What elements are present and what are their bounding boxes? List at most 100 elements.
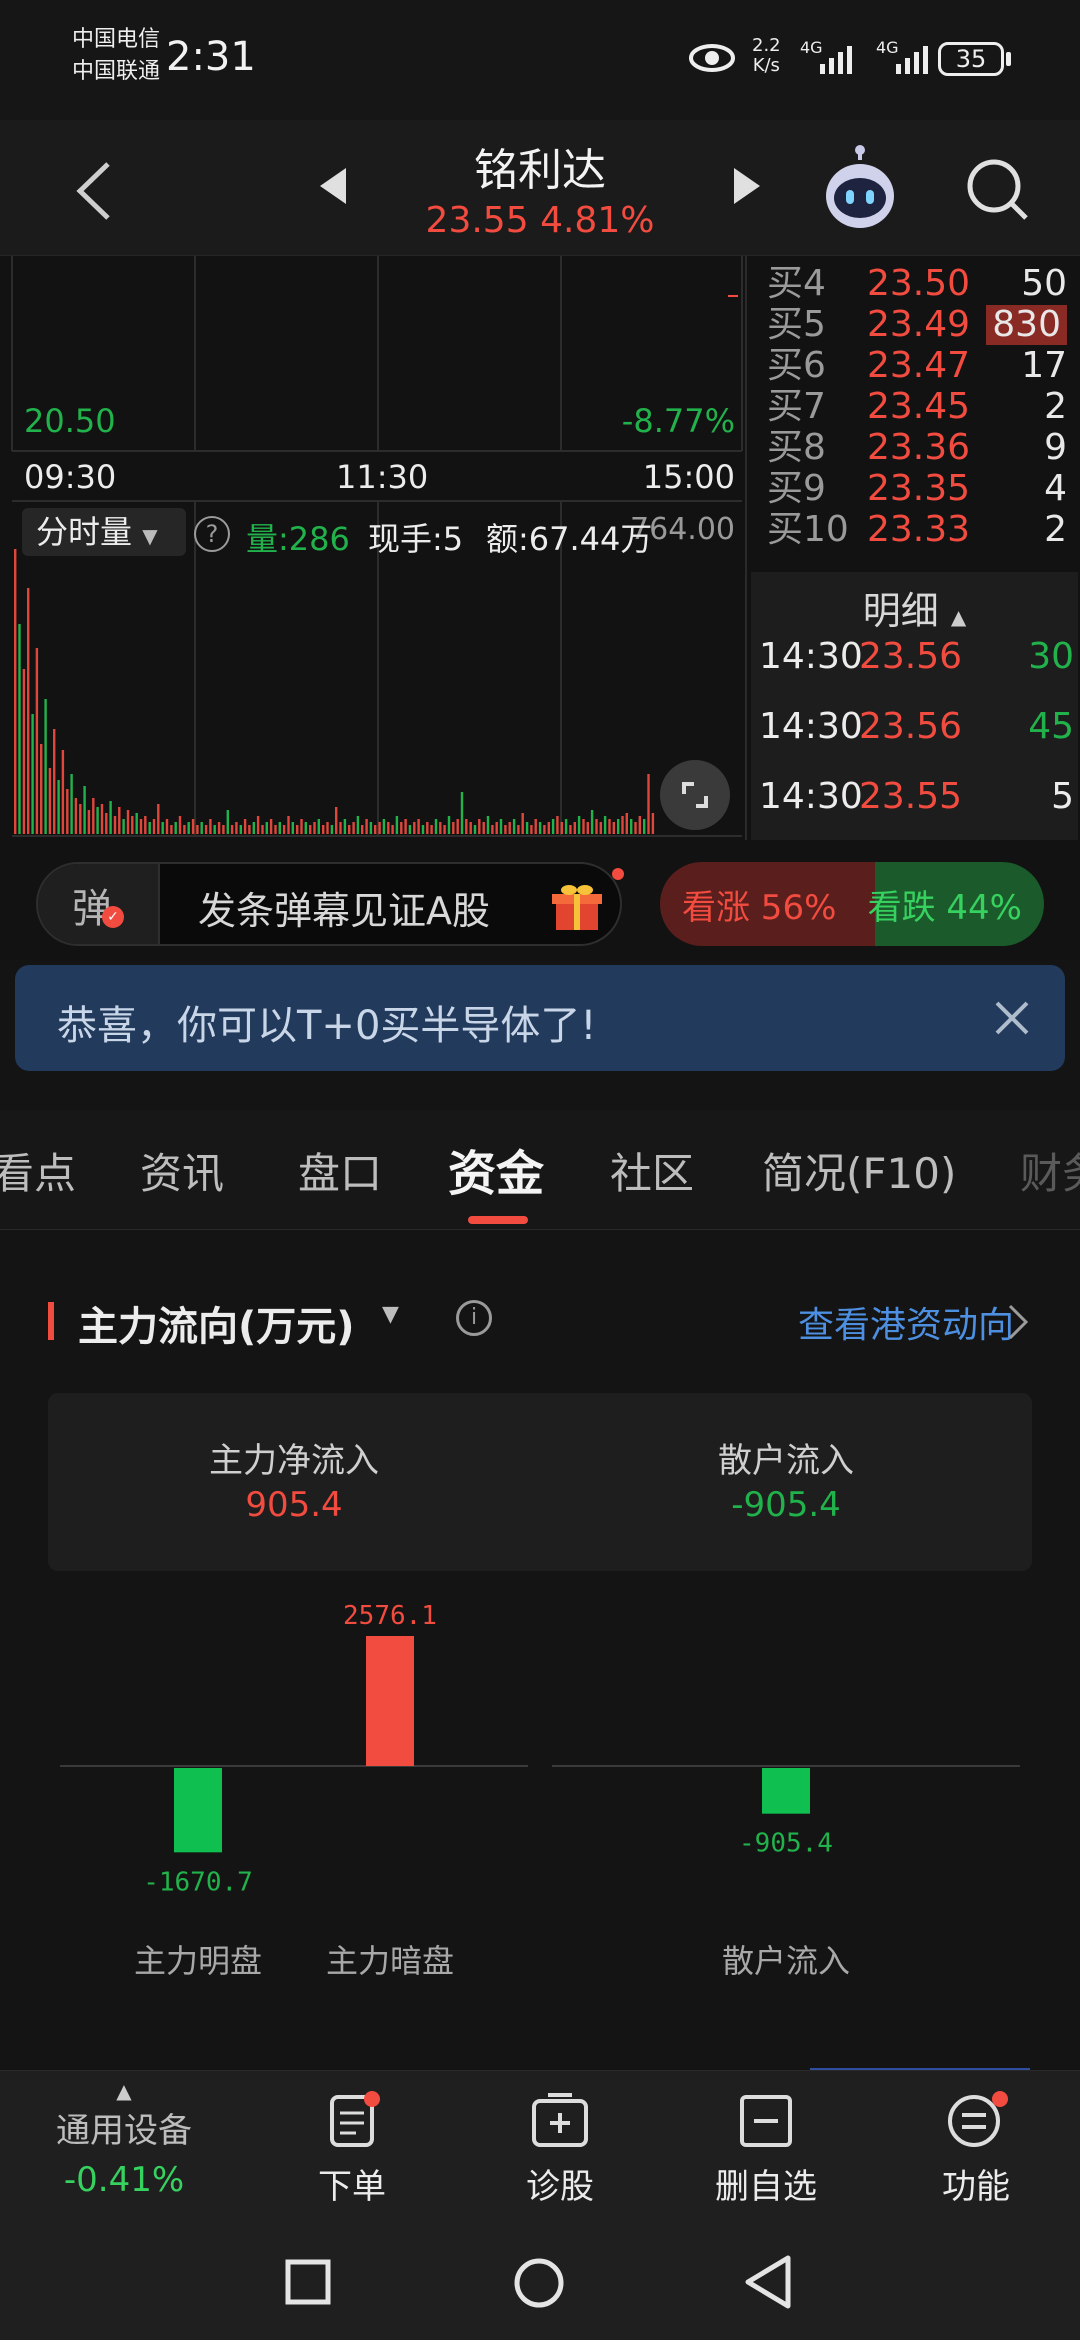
system-nav-bar	[0, 2220, 1080, 2340]
tab-item[interactable]: 简况(F10)	[762, 1140, 956, 1201]
volume-bar	[417, 819, 420, 834]
back-nav-icon[interactable]	[742, 2254, 794, 2310]
volume-bar	[638, 816, 641, 834]
sentiment-bar[interactable]: 看涨 56% 看跌 44%	[660, 862, 1044, 946]
search-icon[interactable]	[962, 154, 1032, 224]
hk-fund-link[interactable]: 查看港资动向	[798, 1296, 1014, 1348]
fund-bar-value: -905.4	[739, 1829, 833, 1859]
volume-bar	[326, 822, 329, 834]
volume-bar	[408, 825, 412, 834]
volume-bar	[387, 822, 390, 834]
order-button[interactable]: 下单	[272, 2091, 432, 2208]
volume-bar	[79, 804, 82, 834]
volume-bar	[599, 822, 602, 834]
volume-bar	[534, 819, 537, 834]
function-button[interactable]: 功能	[896, 2091, 1056, 2208]
notification-dot	[612, 868, 624, 880]
volume-bar	[617, 819, 620, 834]
volume-bar	[551, 819, 555, 834]
volume-bar	[304, 822, 307, 834]
volume-bar	[118, 807, 121, 834]
volume-bar	[148, 822, 151, 834]
orderbook-qty: 4	[1044, 468, 1067, 509]
stock-title: 铭利达	[474, 145, 606, 196]
caret-up-icon: ▲	[950, 605, 967, 629]
remove-watchlist-icon	[740, 2095, 792, 2147]
tab-item[interactable]: 盘口	[298, 1140, 382, 1201]
tab-item[interactable]: 财务	[1020, 1140, 1080, 1201]
fullscreen-button[interactable]	[660, 760, 730, 830]
volume-bar	[44, 699, 47, 834]
next-stock-icon[interactable]	[732, 166, 762, 206]
orderbook-qty: 2	[1044, 386, 1067, 427]
volume-bar	[603, 816, 607, 834]
recent-apps-icon[interactable]	[284, 2258, 332, 2306]
tab-item[interactable]: 看点	[0, 1140, 76, 1201]
volume-bar	[296, 825, 299, 834]
fund-bar-value: 2576.1	[343, 1601, 437, 1631]
sector-change: -0.41%	[63, 2160, 185, 2200]
gift-icon[interactable]	[550, 880, 604, 934]
robot-assistant-icon[interactable]	[822, 144, 898, 234]
fall-segment[interactable]: 看跌 44%	[868, 862, 1044, 946]
trade-time: 14:30	[759, 776, 863, 817]
fund-bar-value: -1670.7	[143, 1867, 253, 1897]
orderbook-price: 23.36	[867, 427, 971, 468]
volume-bar	[317, 819, 320, 834]
volume-bar	[647, 774, 650, 834]
volume-bar	[83, 786, 86, 834]
intraday-chart[interactable]: 20.50 -8.77% 09:30 11:30 15:00 分时量 ▼ ? 量…	[0, 256, 745, 840]
fund-title[interactable]: 主力流向(万元)	[78, 1294, 355, 1352]
volume-bar	[330, 825, 334, 834]
detail-panel[interactable]: 明细 ▲ 14:30 23.56 30 14:30 23.56 45 14:30 23.55 5	[751, 572, 1078, 840]
tab-item[interactable]: 资讯	[140, 1140, 224, 1201]
volume-bar	[226, 810, 229, 834]
danmu-placeholder: 发条弹幕见证A股	[198, 889, 490, 933]
back-icon[interactable]	[70, 156, 120, 226]
volume-bar	[165, 819, 169, 834]
volume-bar	[343, 819, 347, 834]
caret-down-icon[interactable]: ▼	[382, 1302, 399, 1327]
volume-bar	[356, 816, 360, 834]
volume-bar	[152, 819, 156, 834]
volume-bar	[183, 825, 186, 834]
trade-price: 23.56	[859, 636, 963, 677]
volume-bar	[187, 822, 190, 834]
bottom-toolbar: ▲ 通用设备 -0.41% 下单 诊股 删自选 功能	[0, 2070, 1080, 2220]
volume-bar	[66, 789, 69, 834]
orderbook-row: 买10 23.33 2	[767, 510, 1067, 550]
remove-watchlist-button[interactable]: 删自选	[686, 2091, 846, 2208]
promo-banner[interactable]: 恭喜，你可以T+0买半导体了!	[15, 965, 1065, 1071]
volume-bar	[595, 819, 598, 834]
diagnose-button[interactable]: 诊股	[480, 2091, 640, 2208]
close-icon[interactable]	[993, 999, 1031, 1037]
volume-bar	[313, 822, 316, 834]
sector-widget[interactable]: ▲ 通用设备 -0.41%	[44, 2079, 204, 2200]
volume-bar	[131, 816, 134, 834]
volume-bar	[361, 825, 364, 834]
volume-bar	[274, 825, 277, 834]
orderbook-qty: 17	[1021, 345, 1067, 386]
info-icon[interactable]: i	[456, 1300, 492, 1336]
volume-bar	[560, 822, 563, 834]
volume-bar	[586, 822, 589, 834]
rise-segment[interactable]: 看涨 56%	[660, 862, 875, 946]
rise-label: 看涨 56%	[682, 888, 837, 928]
orderbook-row: 买4 23.50 50	[767, 264, 1067, 304]
home-icon[interactable]	[512, 2256, 566, 2310]
volume-bar	[18, 624, 21, 834]
tab-item[interactable]: 社区	[610, 1140, 694, 1201]
danmu-input[interactable]: 弹 ✓ 发条弹幕见证A股	[36, 862, 624, 946]
volume-bar	[621, 816, 624, 834]
battery-icon: 35	[938, 42, 1004, 76]
volume-bar	[348, 825, 351, 834]
danmu-toggle[interactable]: 弹 ✓	[38, 864, 160, 944]
orderbook-price: 23.50	[867, 263, 971, 304]
fall-label: 看跌 44%	[867, 888, 1022, 928]
tab-item[interactable]: 资金	[448, 1134, 544, 1204]
order-label: 下单	[318, 2167, 386, 2207]
diagnose-icon	[532, 2093, 588, 2147]
chevron-right-icon[interactable]	[1006, 1302, 1030, 1342]
volume-bar	[40, 744, 43, 834]
volume-bar	[378, 822, 381, 834]
